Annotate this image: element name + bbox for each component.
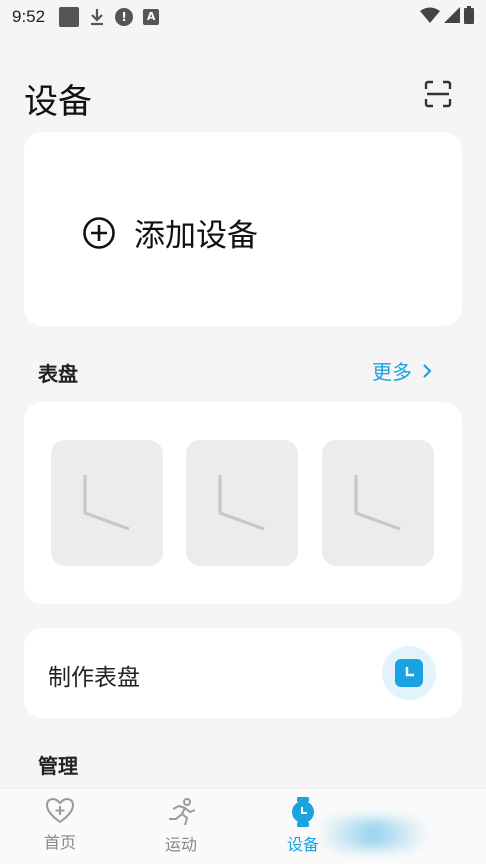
status-bar: 9:52 ! A	[0, 0, 486, 34]
a-icon: A	[143, 9, 160, 25]
chevron-right-icon	[422, 363, 432, 379]
watch-face-item[interactable]	[322, 440, 434, 566]
wifi-icon	[420, 7, 440, 28]
watch-icon	[292, 797, 314, 827]
add-device-card[interactable]: 添加设备	[24, 132, 462, 326]
make-watch-face-button[interactable]	[382, 646, 436, 700]
more-link[interactable]: 更多	[372, 356, 432, 385]
battery-icon	[464, 5, 474, 29]
watch-faces-card	[24, 402, 462, 604]
status-time: 9:52	[12, 7, 46, 26]
heart-plus-icon	[45, 797, 75, 824]
nav-label-sport: 运动	[164, 835, 197, 854]
running-icon	[169, 798, 196, 826]
page-title: 设备	[24, 82, 92, 122]
alert-icon: !	[115, 8, 134, 26]
watch-faces-title: 表盘	[38, 362, 78, 386]
make-watch-face-label: 制作表盘	[48, 665, 140, 691]
scan-icon	[424, 80, 452, 108]
nav-label-device: 设备	[286, 835, 319, 854]
bottom-nav: 首页 运动 设备	[0, 788, 486, 864]
square-notification-icon	[59, 7, 80, 27]
more-label: 更多	[372, 360, 412, 384]
clock-face-icon	[218, 475, 265, 531]
clock-face-icon	[354, 475, 401, 531]
signal-icon	[444, 6, 460, 28]
make-watch-face-card[interactable]: 制作表盘	[24, 628, 462, 718]
manage-title: 管理	[38, 754, 78, 778]
nav-item-device[interactable]: 设备	[258, 797, 348, 855]
nav-item-sport[interactable]: 运动	[136, 797, 226, 855]
clock-icon	[395, 659, 423, 687]
scan-button[interactable]	[420, 76, 456, 112]
add-device-label: 添加设备	[134, 218, 258, 254]
clock-face-icon	[83, 475, 130, 531]
plus-circle-icon	[83, 216, 115, 249]
download-icon	[89, 8, 105, 26]
nav-label-home: 首页	[43, 833, 76, 852]
nav-item-home[interactable]: 首页	[15, 797, 105, 853]
watch-face-item[interactable]	[186, 440, 298, 566]
watch-face-item[interactable]	[51, 440, 163, 566]
